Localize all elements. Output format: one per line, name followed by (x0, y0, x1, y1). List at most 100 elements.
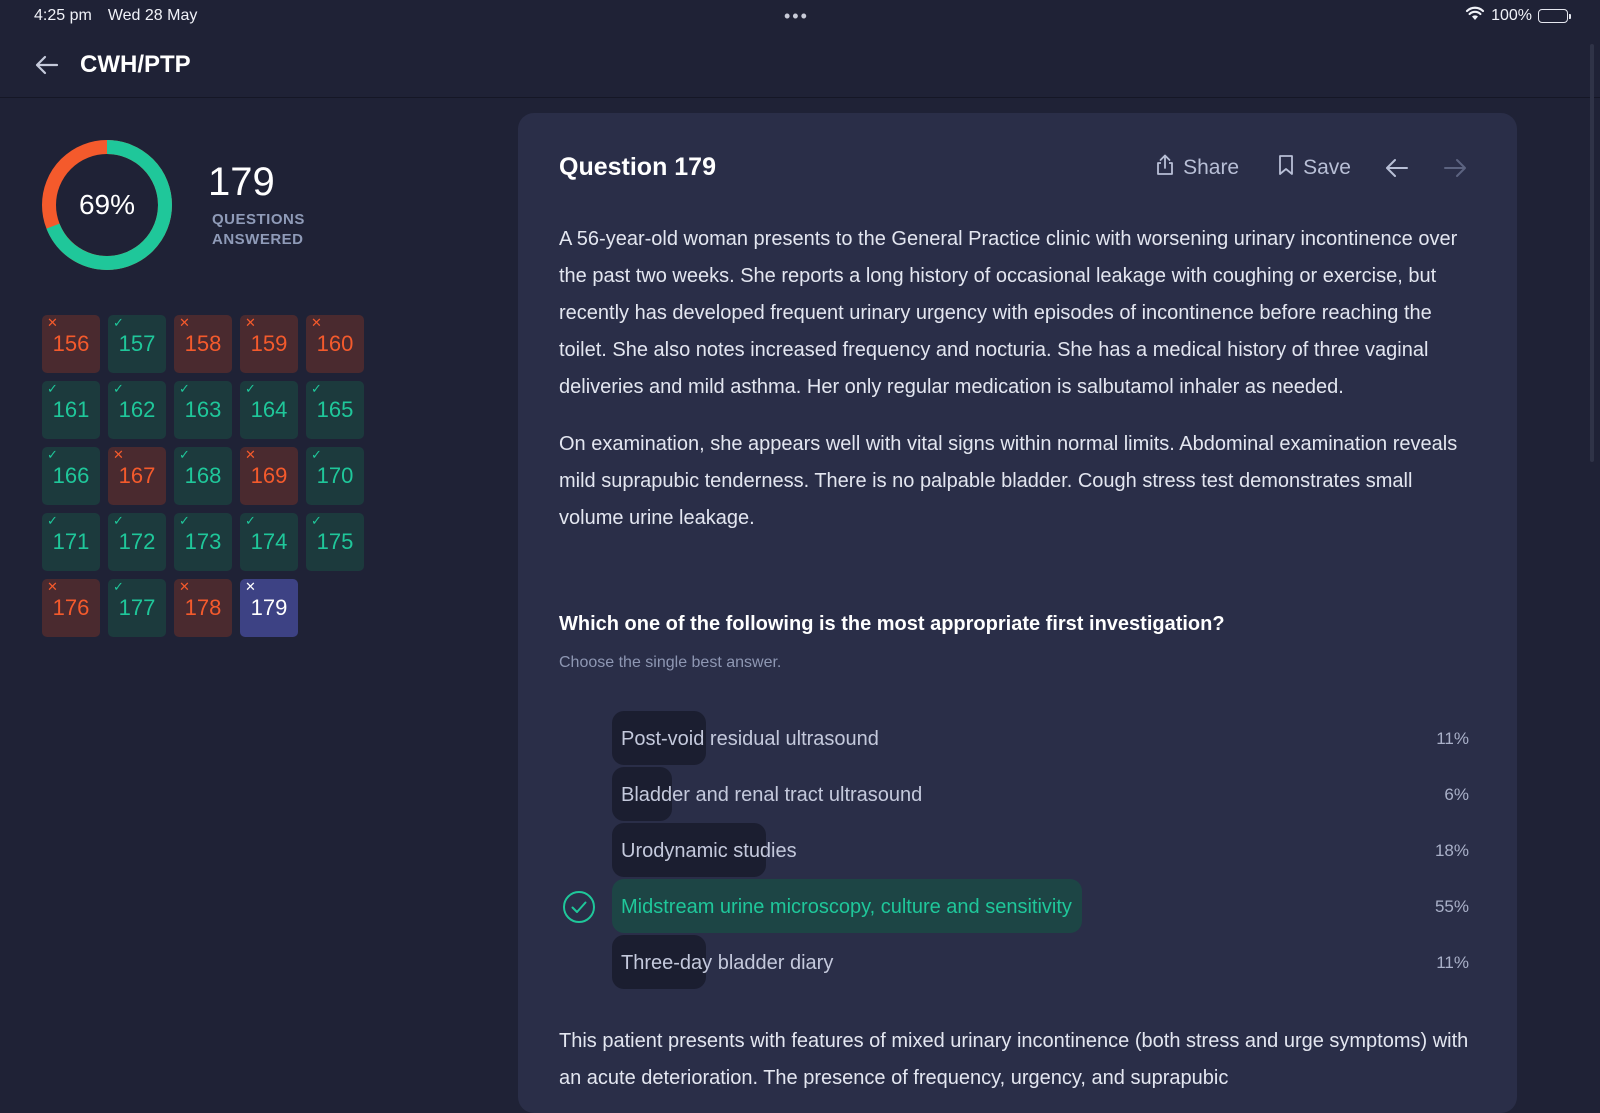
question-tile[interactable]: ✕ 158 (174, 315, 232, 373)
check-icon: ✓ (47, 513, 58, 528)
next-question-button[interactable] (1443, 158, 1467, 178)
check-icon: ✓ (245, 513, 256, 528)
explanation-text: This patient presents with features of m… (559, 1030, 1469, 1089)
question-tile[interactable]: ✕ 179 (240, 579, 298, 637)
check-icon: ✓ (47, 447, 58, 462)
answer-option-percent: 11% (1436, 729, 1469, 748)
question-tile-number: 166 (52, 463, 90, 488)
question-title: Question 179 (559, 153, 716, 181)
question-tile-number: 175 (316, 529, 354, 554)
status-bar: 4:25 pm Wed 28 May ••• 100% (0, 0, 1600, 32)
question-tile[interactable]: ✓ 174 (240, 513, 298, 571)
back-arrow-icon[interactable] (34, 52, 60, 78)
arrow-left-icon (1386, 158, 1408, 177)
question-tile[interactable]: ✓ 171 (42, 513, 100, 571)
answered-label-line1: QUESTIONS (212, 211, 305, 228)
question-tile[interactable]: ✓ 175 (306, 513, 364, 571)
cross-icon: ✕ (245, 315, 256, 330)
status-date: Wed 28 May (107, 7, 198, 24)
question-tile-number: 176 (52, 595, 90, 620)
answer-option[interactable]: Midstream urine microscopy, culture and … (559, 879, 1469, 935)
answer-hint: Choose the single best answer. (559, 654, 782, 671)
question-tile-number: 160 (316, 331, 354, 356)
score-percent: 69% (78, 189, 136, 220)
question-tile-number: 173 (184, 529, 222, 554)
answer-option[interactable]: Bladder and renal tract ultrasound 6% (559, 767, 1469, 823)
answer-option-percent: 18% (1434, 841, 1469, 860)
question-tile[interactable]: ✕ 160 (306, 315, 364, 373)
check-icon: ✓ (179, 381, 190, 396)
question-prompt: Which one of the following is the most a… (559, 613, 1225, 635)
answer-option[interactable]: Urodynamic studies 18% (559, 823, 1469, 879)
correct-check-circle-icon (562, 890, 596, 929)
question-tile-number: 174 (250, 529, 288, 554)
question-tile-number: 177 (118, 595, 156, 620)
answer-option-text: Urodynamic studies (621, 839, 797, 862)
question-tile[interactable]: ✕ 169 (240, 447, 298, 505)
page-title: CWH/PTP (80, 50, 191, 78)
answered-count: 179 (208, 160, 275, 204)
multitasking-dots[interactable]: ••• (784, 6, 809, 27)
question-tile-number: 168 (184, 463, 222, 488)
status-time: 4:25 pm (34, 7, 92, 24)
check-icon: ✓ (311, 447, 322, 462)
answer-option-text: Bladder and renal tract ultrasound (621, 783, 923, 806)
question-tile-number: 164 (250, 397, 288, 422)
answered-count-block: 179 QUESTIONS ANSWERED (208, 160, 305, 250)
question-tile-number: 158 (184, 331, 222, 356)
score-donut-chart: 69% (40, 138, 174, 272)
question-tile[interactable]: ✓ 164 (240, 381, 298, 439)
question-tile-number: 163 (184, 397, 222, 422)
share-button[interactable]: Share (1155, 154, 1239, 182)
share-icon (1155, 154, 1175, 182)
question-tile-number: 178 (184, 595, 222, 620)
question-tile-number: 167 (118, 463, 156, 488)
question-tile-number: 179 (250, 595, 288, 620)
question-tile[interactable]: ✓ 163 (174, 381, 232, 439)
question-tile[interactable]: ✓ 162 (108, 381, 166, 439)
question-card: Question 179 Share Save A 56-year-old wo… (518, 113, 1517, 1113)
answer-option-percent: 6% (1444, 785, 1469, 804)
check-icon: ✓ (311, 513, 322, 528)
question-tile-number: 169 (250, 463, 288, 488)
answer-options: Post-void residual ultrasound 11% Bladder … (559, 711, 1469, 991)
question-tile[interactable]: ✕ 178 (174, 579, 232, 637)
question-grid: ✕ 156 ✓ 157 ✕ 158 ✕ 159 ✕ 160 ✓ 161 ✓ 162 ✓ 163 ✓ 164 ✓ 165… (42, 315, 364, 637)
answer-option[interactable]: Post-void residual ultrasound 11% (559, 711, 1469, 767)
save-label: Save (1303, 155, 1351, 179)
question-tile[interactable]: ✓ 165 (306, 381, 364, 439)
check-icon: ✓ (113, 579, 124, 594)
check-icon: ✓ (179, 447, 190, 462)
question-tile-number: 172 (118, 529, 156, 554)
question-tile-number: 171 (52, 529, 90, 554)
scrollbar[interactable] (1590, 44, 1594, 462)
question-tile[interactable]: ✕ 167 (108, 447, 166, 505)
answer-option[interactable]: Three-day bladder diary 11% (559, 935, 1469, 991)
question-tile[interactable]: ✓ 173 (174, 513, 232, 571)
question-tile[interactable]: ✕ 176 (42, 579, 100, 637)
cross-icon: ✕ (47, 579, 58, 594)
answered-label-line2: ANSWERED (212, 231, 304, 248)
save-button[interactable]: Save (1277, 154, 1351, 182)
question-tile[interactable]: ✓ 161 (42, 381, 100, 439)
question-tile[interactable]: ✓ 166 (42, 447, 100, 505)
wifi-icon (1465, 6, 1485, 26)
status-right: 100% (1465, 6, 1571, 26)
question-tile-number: 170 (316, 463, 354, 488)
previous-question-button[interactable] (1385, 158, 1409, 178)
question-tile[interactable]: ✕ 159 (240, 315, 298, 373)
check-icon: ✓ (245, 381, 256, 396)
question-tile[interactable]: ✓ 170 (306, 447, 364, 505)
question-tile[interactable]: ✕ 156 (42, 315, 100, 373)
arrow-right-icon (1444, 158, 1466, 177)
question-tile[interactable]: ✓ 172 (108, 513, 166, 571)
check-icon: ✓ (311, 381, 322, 396)
answer-option-percent: 55% (1434, 897, 1469, 916)
check-icon: ✓ (113, 381, 124, 396)
question-stem: A 56-year-old woman presents to the Gene… (559, 221, 1469, 537)
cross-icon: ✕ (113, 447, 124, 462)
answer-option-text: Midstream urine microscopy, culture and … (621, 895, 1072, 918)
question-tile[interactable]: ✓ 177 (108, 579, 166, 637)
question-tile[interactable]: ✓ 157 (108, 315, 166, 373)
question-tile[interactable]: ✓ 168 (174, 447, 232, 505)
